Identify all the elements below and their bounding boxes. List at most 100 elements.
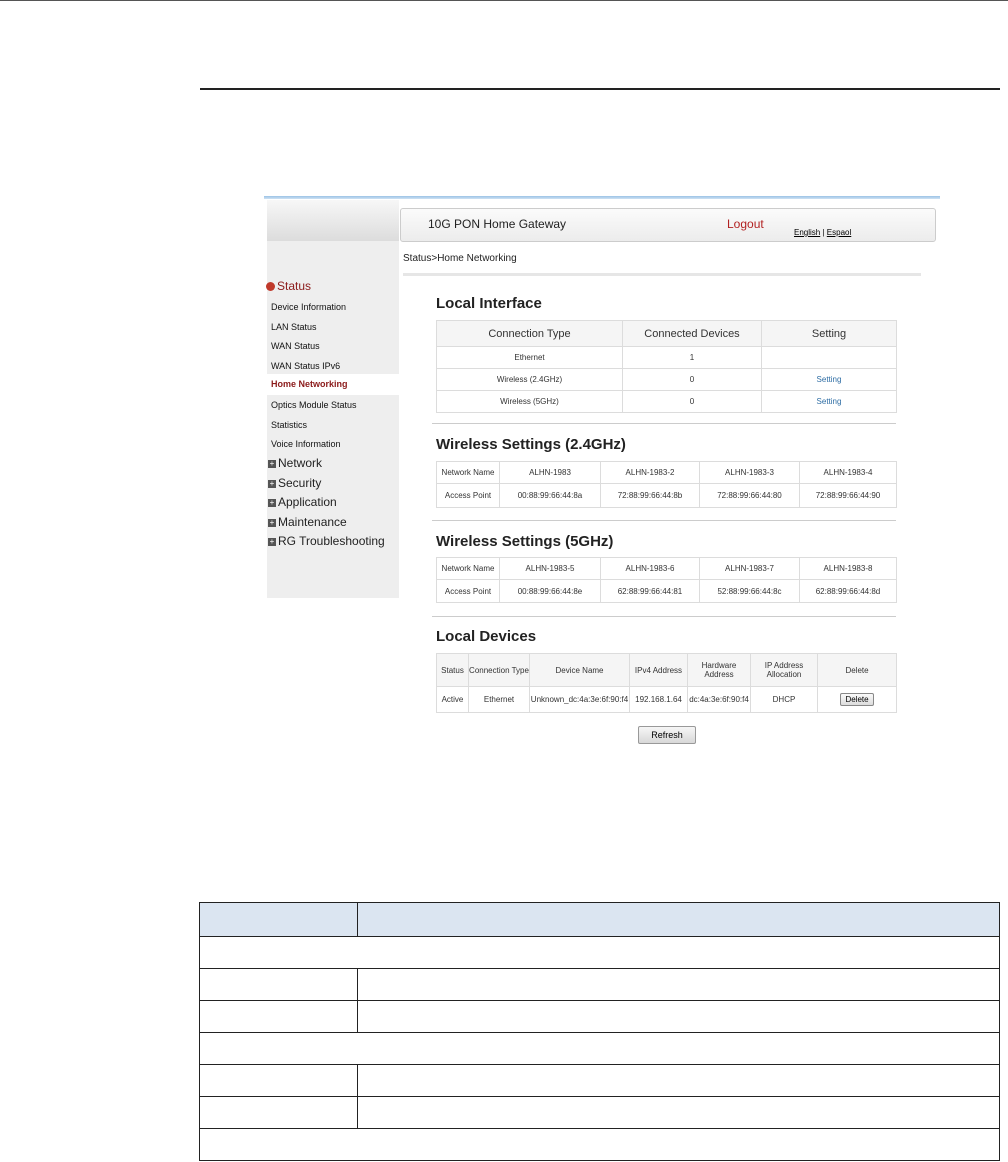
table-cell: ALHN-1983-8 — [799, 557, 897, 580]
column-header: Device Name — [529, 653, 630, 687]
sidebar-group-label: Security — [278, 476, 322, 490]
refresh-button[interactable]: Refresh — [638, 726, 696, 744]
sidebar-group-label: Maintenance — [278, 515, 347, 529]
table-cell: Delete — [817, 686, 897, 713]
sidebar-group-label: Network — [278, 456, 323, 470]
sidebar-item-device-information[interactable]: Device Information — [271, 302, 346, 312]
table-cell — [357, 968, 1000, 1001]
sidebar-group-label: RG Troubleshooting — [278, 534, 385, 548]
local-devices-table: Status Connection Type Device Name IPv4 … — [436, 653, 897, 713]
table-cell: 62:88:99:66:44:81 — [600, 579, 700, 603]
plus-icon: + — [268, 498, 276, 507]
table-cell: 192.168.1.64 — [629, 686, 688, 713]
setting-link-5ghz[interactable]: Setting — [761, 390, 897, 413]
sidebar-group-security[interactable]: + Security — [268, 476, 321, 490]
table-row: Access Point 00:88:99:66:44:8e 62:88:99:… — [436, 579, 897, 603]
table-header-row — [199, 902, 1000, 937]
table-row: Wireless (5GHz) 0 Setting — [436, 390, 897, 413]
plus-icon: + — [268, 518, 276, 527]
column-header: IP Address Allocation — [750, 653, 818, 687]
wireless-5ghz-table: Network Name ALHN-1983-5 ALHN-1983-6 ALH… — [436, 557, 897, 603]
section-divider — [432, 520, 896, 521]
table-cell — [199, 968, 358, 1001]
table-cell: 72:88:99:66:44:90 — [799, 483, 897, 508]
plus-icon: + — [268, 537, 276, 546]
sidebar-group-label: Application — [278, 495, 337, 509]
table-cell: Ethernet — [436, 346, 623, 369]
column-header: Delete — [817, 653, 897, 687]
sidebar-item-home-networking[interactable]: Home Networking — [267, 374, 399, 395]
sidebar-item-lan-status[interactable]: LAN Status — [271, 322, 317, 332]
table-cell — [357, 902, 1000, 937]
sidebar-item-statistics[interactable]: Statistics — [271, 420, 307, 430]
sidebar-item-optics-module-status[interactable]: Optics Module Status — [271, 400, 357, 410]
wireless-24ghz-table: Network Name ALHN-1983 ALHN-1983-2 ALHN-… — [436, 461, 897, 508]
table-row: Ethernet 1 — [436, 346, 897, 369]
table-cell — [199, 1096, 358, 1129]
section-divider — [432, 616, 896, 617]
table-cell: DHCP — [750, 686, 818, 713]
table-row — [199, 1128, 1000, 1161]
column-header: Connected Devices — [622, 320, 762, 347]
table-cell — [199, 1128, 1000, 1161]
delete-button[interactable]: Delete — [840, 693, 874, 706]
table-cell: 0 — [622, 390, 762, 413]
sidebar-item-voice-information[interactable]: Voice Information — [271, 439, 341, 449]
table-row: Network Name ALHN-1983-5 ALHN-1983-6 ALH… — [436, 557, 897, 580]
sidebar-group-rg-troubleshooting[interactable]: + RG Troubleshooting — [268, 534, 385, 548]
sidebar-group-application[interactable]: + Application — [268, 495, 337, 509]
setting-link-24ghz[interactable]: Setting — [761, 368, 897, 391]
table-cell: Unknown_dc:4a:3e:6f:90:f4 — [529, 686, 630, 713]
gateway-title: 10G PON Home Gateway — [428, 217, 567, 231]
sidebar-item-label: Home Networking — [271, 379, 348, 389]
column-header: Setting — [761, 320, 897, 347]
table-cell: 00:88:99:66:44:8a — [499, 483, 601, 508]
column-header: Connection Type — [436, 320, 623, 347]
sidebar-status-label: Status — [277, 279, 312, 293]
table-cell: ALHN-1983-6 — [600, 557, 700, 580]
wireless-24ghz-title: Wireless Settings (2.4GHz) — [436, 436, 626, 453]
logout-link[interactable]: Logout — [727, 217, 764, 231]
table-cell: ALHN-1983 — [499, 461, 601, 484]
table-row — [199, 1096, 1000, 1129]
espanol-link[interactable]: Espaol — [827, 228, 851, 237]
table-cell: 72:88:99:66:44:80 — [699, 483, 800, 508]
table-header-row: Status Connection Type Device Name IPv4 … — [436, 653, 897, 687]
sidebar-item-wan-status-ipv6[interactable]: WAN Status IPv6 — [271, 361, 340, 371]
screenshot-top-border — [264, 196, 940, 199]
local-devices-title: Local Devices — [436, 628, 537, 645]
sidebar-item-wan-status[interactable]: WAN Status — [271, 341, 320, 351]
table-cell — [199, 1064, 358, 1097]
sidebar-status[interactable]: Status — [266, 279, 311, 293]
table-cell — [357, 1096, 1000, 1129]
section-divider — [432, 423, 896, 424]
table-cell: Wireless (5GHz) — [436, 390, 623, 413]
table-cell — [357, 1000, 1000, 1033]
table-row — [199, 1064, 1000, 1097]
table-row: Active Ethernet Unknown_dc:4a:3e:6f:90:f… — [436, 686, 897, 713]
table-row — [199, 936, 1000, 969]
plus-icon: + — [268, 459, 276, 468]
table-row — [199, 1000, 1000, 1033]
table-cell: ALHN-1983-2 — [600, 461, 700, 484]
document-rule — [200, 88, 1000, 90]
table-cell: ALHN-1983-4 — [799, 461, 897, 484]
row-label: Network Name — [436, 461, 500, 484]
table-row: Access Point 00:88:99:66:44:8a 72:88:99:… — [436, 483, 897, 508]
row-label: Network Name — [436, 557, 500, 580]
english-link[interactable]: English — [794, 228, 820, 237]
row-label: Access Point — [436, 579, 500, 603]
column-header: Hardware Address — [687, 653, 751, 687]
table-cell — [199, 902, 358, 937]
sidebar-group-network[interactable]: + Network — [268, 456, 322, 470]
page-top-rule — [0, 0, 1008, 1]
sidebar-group-maintenance[interactable]: + Maintenance — [268, 515, 347, 529]
breadcrumb: Status>Home Networking — [403, 253, 517, 264]
table-cell: ALHN-1983-5 — [499, 557, 601, 580]
table-row: Network Name ALHN-1983 ALHN-1983-2 ALHN-… — [436, 461, 897, 484]
wireless-5ghz-title: Wireless Settings (5GHz) — [436, 533, 614, 550]
table-cell — [199, 1000, 358, 1033]
row-label: Access Point — [436, 483, 500, 508]
table-cell: 52:88:99:66:44:8c — [699, 579, 800, 603]
table-cell: Ethernet — [468, 686, 530, 713]
